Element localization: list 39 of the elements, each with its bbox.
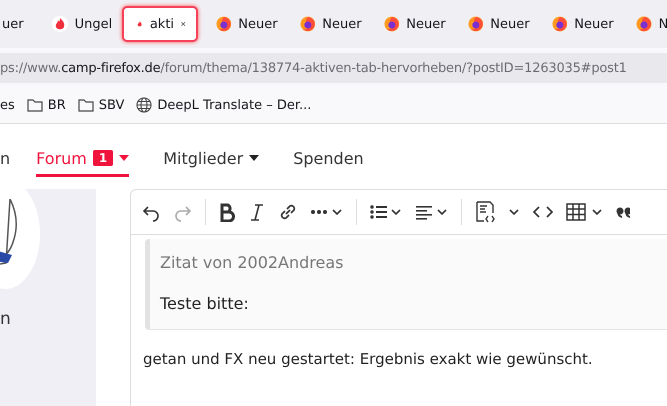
globe-icon [136, 97, 152, 113]
folder-icon [26, 98, 43, 112]
browser-tab[interactable]: Neuer [456, 6, 540, 42]
nav-link[interactable]: n [0, 139, 10, 177]
bookmark-item[interactable]: SBV [78, 98, 124, 112]
bookmark-item[interactable]: es [0, 98, 15, 112]
browser-tab[interactable]: akti [122, 6, 198, 42]
close-icon[interactable] [181, 19, 186, 29]
quote-title: Zitat von 2002Andreas [160, 253, 344, 272]
firefox-icon [216, 16, 232, 32]
browser-tab[interactable]: Neuer [540, 6, 624, 42]
italic-icon[interactable] [248, 202, 266, 222]
browser-tab[interactable]: Neuer [288, 6, 372, 42]
folder-icon [78, 98, 94, 112]
address-field[interactable]: ps://www.camp-firefox.de/forum/thema/138774-aktiven-tab-hervorheben/?postID=1263035#post1 [0, 53, 667, 83]
firefox-icon [636, 16, 652, 32]
editor-text: getan und FX neu gestartet: Ergebnis exakt wie gewünscht. [143, 350, 594, 368]
user-name: n [0, 309, 11, 329]
table-icon[interactable] [566, 202, 604, 222]
firefox-icon [300, 16, 316, 32]
nav-link[interactable]: Forum 1 [36, 139, 130, 177]
bold-icon[interactable] [218, 202, 236, 222]
browser-tab[interactable]: Ungel [40, 6, 124, 42]
browser-tab[interactable]: Neuer [372, 6, 456, 42]
count-badge: 1 [92, 150, 114, 166]
browser-tab[interactable]: N [624, 6, 667, 42]
nav-link[interactable]: Mitglieder [163, 139, 260, 177]
browser-tab[interactable]: uer [0, 6, 26, 42]
flame-icon [52, 16, 68, 32]
firefox-icon [468, 16, 484, 32]
bookmark-item[interactable]: DeepL Translate – Der... [136, 97, 312, 113]
quote-text: Teste bitte: [160, 294, 250, 313]
source-code-icon[interactable] [474, 200, 496, 224]
bookmark-item[interactable]: BR [26, 98, 66, 112]
firefox-icon [552, 16, 568, 32]
browser-tab[interactable]: Neuer [204, 6, 288, 42]
link-icon[interactable] [278, 202, 298, 222]
nav-link[interactable]: Spenden [293, 139, 364, 177]
firefox-icon [384, 16, 400, 32]
